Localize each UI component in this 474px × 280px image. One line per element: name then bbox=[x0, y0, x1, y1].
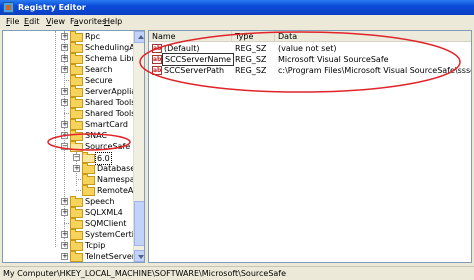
column-header-type[interactable]: Type bbox=[232, 31, 275, 42]
expand-icon[interactable]: + bbox=[61, 33, 68, 40]
value-type: REG_SZ bbox=[235, 44, 267, 53]
value-data: Microsoft Visual SourceSafe bbox=[278, 55, 389, 64]
value-row-sccservername[interactable]: ab SCCServerName REG_SZ Microsoft Visual… bbox=[149, 53, 471, 66]
folder-icon bbox=[70, 97, 83, 108]
open-folder-icon bbox=[70, 141, 83, 152]
tree-connector bbox=[64, 80, 69, 81]
tree-connector bbox=[64, 223, 69, 224]
open-folder-icon bbox=[82, 152, 95, 163]
tree-connector bbox=[64, 113, 69, 114]
string-value-icon: ab bbox=[152, 66, 162, 75]
column-header-data[interactable]: Data bbox=[275, 31, 471, 42]
folder-icon bbox=[70, 207, 83, 218]
scroll-down-arrow-icon[interactable] bbox=[134, 250, 144, 262]
menu-file[interactable]: File bbox=[6, 15, 19, 29]
value-row-sccserverpath[interactable]: ab SCCServerPath REG_SZ c:\Program Files… bbox=[149, 65, 471, 76]
expand-icon[interactable]: + bbox=[61, 44, 68, 51]
expand-icon[interactable]: + bbox=[61, 88, 68, 95]
folder-icon bbox=[70, 86, 83, 97]
expand-icon[interactable]: + bbox=[61, 253, 68, 260]
folder-icon bbox=[70, 251, 83, 262]
tree-vertical-scrollbar[interactable] bbox=[133, 31, 144, 262]
values-pane[interactable]: Name Type Data ab (Default) REG_SZ (valu… bbox=[148, 30, 472, 263]
expand-icon[interactable]: + bbox=[61, 66, 68, 73]
string-value-icon: ab bbox=[152, 55, 162, 64]
key-tree-pane[interactable]: + Rpc + SchedulingAgent + Schema Library… bbox=[2, 30, 145, 263]
registry-app-icon bbox=[3, 2, 14, 13]
folder-icon bbox=[70, 108, 83, 119]
folder-icon bbox=[70, 130, 83, 141]
scroll-thumb[interactable] bbox=[134, 201, 144, 246]
folder-icon bbox=[70, 42, 83, 53]
expand-icon[interactable]: + bbox=[61, 55, 68, 62]
folder-icon bbox=[82, 163, 95, 174]
folder-icon bbox=[70, 31, 83, 42]
status-bar: My Computer\HKEY_LOCAL_MACHINE\SOFTWARE\… bbox=[0, 266, 474, 280]
folder-icon bbox=[70, 229, 83, 240]
folder-icon bbox=[70, 240, 83, 251]
tree-guide-line bbox=[55, 31, 56, 247]
menu-favorites[interactable]: Favorites bbox=[70, 15, 106, 29]
menu-edit[interactable]: Edit bbox=[24, 15, 40, 29]
collapse-icon[interactable]: − bbox=[73, 154, 80, 161]
menu-bar: File Edit View Favorites Help bbox=[0, 15, 474, 29]
window-title: Registry Editor bbox=[18, 3, 86, 12]
value-type: REG_SZ bbox=[235, 66, 267, 75]
expand-icon[interactable]: + bbox=[61, 198, 68, 205]
expand-icon[interactable]: + bbox=[61, 132, 68, 139]
tree-connector bbox=[76, 190, 81, 191]
string-value-icon: ab bbox=[152, 44, 162, 53]
menu-view[interactable]: View bbox=[46, 15, 65, 29]
folder-icon bbox=[82, 185, 95, 196]
folder-icon bbox=[70, 53, 83, 64]
expand-icon[interactable]: + bbox=[73, 165, 80, 172]
tree-connector bbox=[76, 179, 81, 180]
folder-icon bbox=[82, 174, 95, 185]
value-type: REG_SZ bbox=[235, 55, 267, 64]
collapse-icon[interactable]: − bbox=[61, 143, 68, 150]
expand-icon[interactable]: + bbox=[61, 231, 68, 238]
title-bar: Registry Editor bbox=[0, 0, 474, 15]
expand-icon[interactable]: + bbox=[61, 209, 68, 216]
folder-icon bbox=[70, 218, 83, 229]
folder-icon bbox=[70, 196, 83, 207]
scroll-up-arrow-icon[interactable] bbox=[134, 31, 144, 43]
column-header-name[interactable]: Name bbox=[149, 31, 232, 42]
expand-icon[interactable]: + bbox=[61, 99, 68, 106]
expand-icon[interactable]: + bbox=[61, 242, 68, 249]
menu-help[interactable]: Help bbox=[104, 15, 122, 29]
expand-icon[interactable]: + bbox=[61, 121, 68, 128]
folder-icon bbox=[70, 64, 83, 75]
folder-icon bbox=[70, 119, 83, 130]
value-name: SCCServerPath bbox=[164, 66, 225, 75]
value-data: (value not set) bbox=[278, 44, 337, 53]
value-data: c:\Program Files\Microsoft Visual Source… bbox=[278, 66, 472, 75]
folder-icon bbox=[70, 75, 83, 86]
